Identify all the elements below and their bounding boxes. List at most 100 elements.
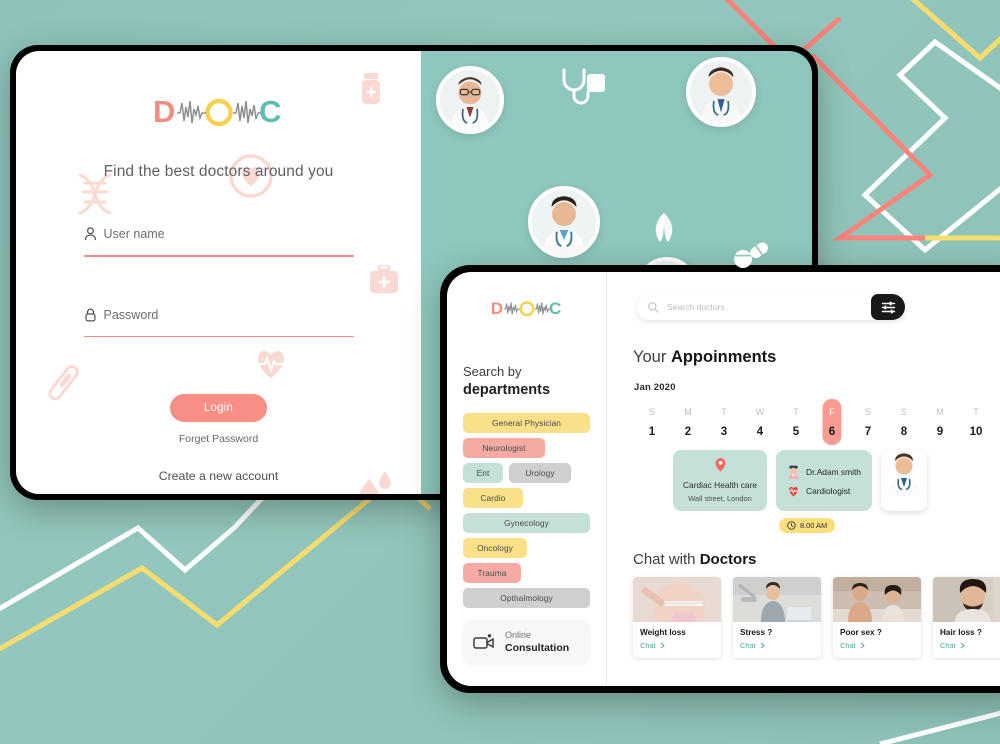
- weight-loss-photo: [633, 577, 721, 622]
- appointment-time: 8.00 AM: [800, 521, 828, 530]
- calendar-day[interactable]: S 7: [850, 402, 886, 442]
- calendar-month: Jan 2020: [634, 382, 676, 393]
- doctor-photo[interactable]: [880, 450, 927, 511]
- create-account-link[interactable]: Create a new account: [16, 469, 421, 483]
- chat-card-label: Hair loss ?: [940, 628, 982, 637]
- doctor-card[interactable]: Dr.Adam smith Cardiologist: [776, 450, 872, 511]
- department-tag[interactable]: Ent: [463, 463, 503, 484]
- password-underline: [83, 335, 354, 338]
- chat-link[interactable]: Chat: [740, 641, 814, 650]
- doctor-specialty: Cardiologist: [806, 485, 851, 496]
- username-field[interactable]: User name: [83, 227, 354, 257]
- chat-link[interactable]: Chat: [940, 641, 1000, 650]
- username-underline: [83, 255, 354, 257]
- password-field[interactable]: Password: [83, 308, 354, 338]
- login-button[interactable]: Login: [170, 394, 267, 423]
- svg-text:C: C: [259, 94, 281, 129]
- appointments-title: Your Appoinments: [633, 348, 1000, 367]
- department-tag[interactable]: Urology: [509, 463, 571, 484]
- sidebar-brand-logo[interactable]: D C: [488, 298, 566, 325]
- calendar-day[interactable]: M 2: [670, 402, 706, 442]
- department-tag[interactable]: Trauma: [463, 563, 521, 584]
- filter-button[interactable]: [871, 294, 905, 320]
- calendar-dow: T: [793, 407, 799, 417]
- oc-line1: Online: [505, 629, 532, 640]
- svg-text:C: C: [549, 299, 561, 318]
- stethoscope-icon: [562, 68, 605, 105]
- chat-link-label: Chat: [840, 641, 856, 650]
- doctor-name-row: Dr.Adam smith: [787, 465, 861, 479]
- calendar-day[interactable]: T 10: [958, 402, 994, 442]
- chat-card-label: Stress ?: [740, 628, 773, 637]
- calendar-strip: S 1 M 2 T 3 W 4 T 5 F 6 S 7 S 8 M 9 T 10: [634, 399, 1000, 445]
- calendar-dow: W: [755, 407, 765, 417]
- chat-card[interactable]: Poor sex ? Chat: [833, 577, 921, 658]
- chat-link[interactable]: Chat: [640, 641, 714, 650]
- video-camera-icon: [473, 633, 494, 649]
- chat-link-label: Chat: [640, 641, 656, 650]
- appointment-row: Cardiac Health care Wall street, London: [673, 450, 1000, 511]
- calendar-day[interactable]: T 3: [706, 402, 742, 442]
- calendar-day[interactable]: M 9: [922, 402, 958, 442]
- calendar-date: 5: [792, 426, 800, 438]
- avatar[interactable]: [436, 66, 504, 134]
- lock-icon: [84, 308, 96, 322]
- avatar[interactable]: [686, 57, 756, 127]
- calendar-date: 1: [648, 426, 656, 438]
- online-consultation-button[interactable]: Online Consultation: [463, 619, 590, 664]
- calendar-dow: S: [864, 407, 871, 417]
- clinic-name: Cardiac Health care: [683, 480, 758, 490]
- chat-card[interactable]: Weight loss Chat: [633, 577, 721, 658]
- calendar-day[interactable]: T 5: [778, 402, 814, 442]
- svg-text:D: D: [153, 94, 175, 129]
- calendar-date: 4: [756, 426, 764, 438]
- appointment-time-badge: 8.00 AM: [779, 518, 836, 533]
- department-tag[interactable]: Oncology: [463, 538, 527, 559]
- calendar-date: 9: [936, 426, 944, 438]
- chat-card[interactable]: Stress ? Chat: [733, 577, 821, 658]
- search-icon: [648, 301, 659, 313]
- search-bar[interactable]: Search doctors: [637, 294, 905, 320]
- chat-title: Chat with Doctors: [633, 551, 1000, 568]
- department-tag[interactable]: General Physician: [463, 413, 590, 434]
- department-tag[interactable]: Neurologist: [463, 438, 545, 459]
- calendar-date: 7: [864, 426, 872, 438]
- chat-link[interactable]: Chat: [840, 641, 914, 650]
- calendar-dow: M: [936, 407, 944, 417]
- chat-card[interactable]: Hair loss ? Chat: [933, 577, 1000, 658]
- chat-card-body: Stress ? Chat: [733, 622, 821, 658]
- calendar-day[interactable]: W 4: [742, 402, 778, 442]
- first-aid-kit-icon: [370, 265, 398, 293]
- department-tag[interactable]: Gynecology: [463, 513, 590, 534]
- forget-password-link[interactable]: Forget Password: [179, 433, 258, 445]
- chat-card-body: Hair loss ? Chat: [933, 622, 1000, 658]
- clinic-card[interactable]: Cardiac Health care Wall street, London: [673, 450, 768, 511]
- department-tag[interactable]: Cardio: [463, 488, 523, 509]
- login-tagline: Find the best doctors around you: [103, 163, 334, 180]
- calendar-dow: F: [829, 407, 835, 417]
- poor-sex-photo: [833, 577, 921, 622]
- dashboard-device-frame: D C Search by departments General Physic…: [440, 265, 1000, 693]
- search-input[interactable]: Search doctors: [637, 301, 871, 313]
- chat-title-bold: Doctors: [699, 551, 757, 568]
- calendar-day-selected[interactable]: F 6: [814, 399, 850, 445]
- appointments-title-bold: Appoinments: [670, 348, 777, 366]
- sidebar-heading: Search by departments: [463, 363, 590, 400]
- department-tag[interactable]: Opthalmology: [463, 588, 590, 609]
- dashboard-screen: D C Search by departments General Physic…: [447, 272, 1000, 686]
- filter-sliders-icon: [881, 301, 895, 313]
- thermometer-icon: [48, 365, 79, 401]
- doctor-name: Dr.Adam smith: [806, 466, 861, 477]
- calendar-date: 6: [828, 426, 836, 438]
- appointments-title-light: Your: [633, 348, 671, 366]
- search-placeholder: Search doctors: [667, 302, 725, 312]
- chevron-right-icon: [960, 642, 965, 649]
- calendar-day[interactable]: S 1: [634, 402, 670, 442]
- app-background: D C Find the best doctors around you Use…: [0, 0, 1000, 744]
- brand-logo: D C: [151, 93, 287, 133]
- calendar-day[interactable]: S 8: [886, 402, 922, 442]
- stress-photo: [733, 577, 821, 622]
- calendar-dow: M: [684, 407, 692, 417]
- avatar[interactable]: [528, 186, 600, 258]
- dashboard-sidebar: D C Search by departments General Physic…: [447, 272, 607, 686]
